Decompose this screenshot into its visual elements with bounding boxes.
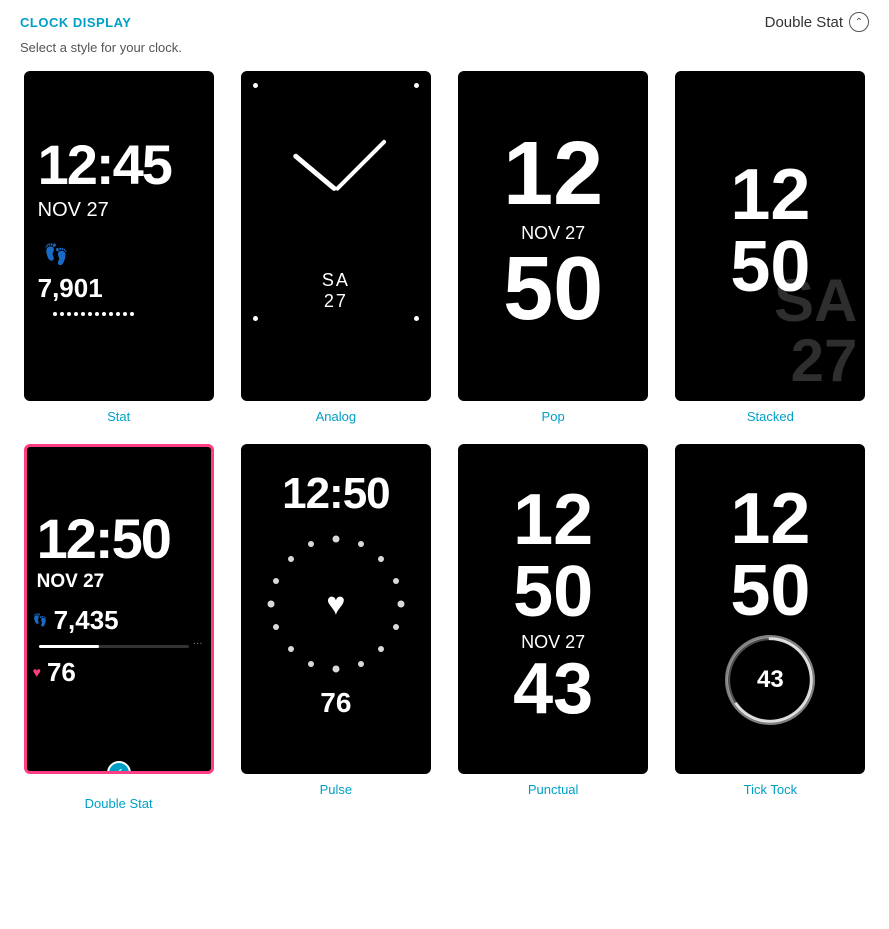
double-stat-heart: 76 xyxy=(47,657,76,688)
watch-item-punctual[interactable]: 12 50 NOV 27 43 Punctual xyxy=(455,444,652,811)
tick-tock-circle-stat: 43 xyxy=(725,635,815,725)
punctual-label: Punctual xyxy=(528,782,579,797)
watch-item-tick-tock[interactable]: 12 50 43 Tick Tock xyxy=(672,444,869,811)
corner-dot-bl xyxy=(253,316,258,321)
selected-check-badge: ✓ xyxy=(107,761,131,774)
steps-icon: 👣 xyxy=(33,613,48,627)
punctual-hour: 12 xyxy=(513,484,593,556)
top-bar: CLOCK DISPLAY Double Stat ⌃ xyxy=(20,8,869,34)
analog-day: SA27 xyxy=(322,270,350,312)
tick-tock-label: Tick Tock xyxy=(744,782,797,797)
watch-item-pulse[interactable]: 12:50 xyxy=(237,444,434,811)
page-title: CLOCK DISPLAY xyxy=(20,15,131,30)
stacked-label: Stacked xyxy=(747,409,794,424)
progress-bar xyxy=(39,645,189,648)
double-stat-steps: 7,435 xyxy=(54,605,119,636)
watch-face-pulse[interactable]: 12:50 xyxy=(241,444,431,774)
double-stat-label: Double Stat xyxy=(85,796,153,811)
stat-dots-bar xyxy=(43,312,195,316)
analog-hands xyxy=(276,130,396,250)
selected-style-label: Double Stat xyxy=(765,14,843,31)
watch-item-stat[interactable]: 12:45 NOV 27 👣 7,901 Stat xyxy=(20,71,217,424)
pop-label: Pop xyxy=(542,409,565,424)
watch-grid: 12:45 NOV 27 👣 7,901 Stat SA27 A xyxy=(20,71,869,811)
stat-steps-icon: 👣 xyxy=(24,242,214,267)
progress-dots: ··· xyxy=(193,638,203,649)
double-stat-time: 12:50 xyxy=(27,511,211,567)
stat-date: NOV 27 xyxy=(24,199,214,222)
pulse-heart-icon: ♥ xyxy=(326,586,345,623)
stat-steps: 7,901 xyxy=(24,273,214,304)
pulse-label: Pulse xyxy=(320,782,353,797)
double-stat-heart-row: ♥ 76 xyxy=(27,657,211,688)
watch-face-analog[interactable]: SA27 xyxy=(241,71,431,401)
pulse-time: 12:50 xyxy=(282,469,390,519)
stacked-overlay: SA27 xyxy=(774,271,857,391)
pulse-ring: ♥ xyxy=(261,529,411,679)
stat-label: Stat xyxy=(107,409,130,424)
analog-label: Analog xyxy=(316,409,356,424)
watch-face-stat[interactable]: 12:45 NOV 27 👣 7,901 xyxy=(24,71,214,401)
watch-face-stacked[interactable]: 12 50 SA27 xyxy=(675,71,865,401)
pop-hour: 12 xyxy=(503,129,603,219)
watch-item-pop[interactable]: 12 NOV 27 50 Pop xyxy=(455,71,652,424)
tick-tock-minute: 50 xyxy=(730,555,810,627)
stat-time: 12:45 xyxy=(24,137,214,193)
corner-dot-br xyxy=(414,316,419,321)
hour-hand xyxy=(292,153,337,192)
punctual-minute: 50 xyxy=(513,556,593,628)
chevron-up-icon[interactable]: ⌃ xyxy=(849,12,869,32)
heart-icon: ♥ xyxy=(33,664,41,680)
pop-minute: 50 xyxy=(503,244,603,334)
watch-item-stacked[interactable]: 12 50 SA27 Stacked xyxy=(672,71,869,424)
punctual-stat: 43 xyxy=(513,653,593,725)
selected-style-display: Double Stat ⌃ xyxy=(765,12,869,32)
watch-face-pop[interactable]: 12 NOV 27 50 xyxy=(458,71,648,401)
pulse-bpm: 76 xyxy=(320,687,351,719)
watch-item-analog[interactable]: SA27 Analog xyxy=(237,71,434,424)
watch-face-double-stat[interactable]: 12:50 NOV 27 👣 7,435 ··· ♥ 76 ✓ xyxy=(24,444,214,774)
watch-face-punctual[interactable]: 12 50 NOV 27 43 xyxy=(458,444,648,774)
watch-item-double-stat[interactable]: 12:50 NOV 27 👣 7,435 ··· ♥ 76 ✓ Double S… xyxy=(20,444,217,811)
subtitle: Select a style for your clock. xyxy=(20,40,869,55)
corner-dot-tl xyxy=(253,83,258,88)
stacked-hour: 12 xyxy=(730,159,810,231)
watch-face-tick-tock[interactable]: 12 50 43 xyxy=(675,444,865,774)
corner-dot-tr xyxy=(414,83,419,88)
double-stat-date: NOV 27 xyxy=(27,571,211,593)
tick-tock-hour: 12 xyxy=(730,483,810,555)
double-stat-steps-row: 👣 7,435 xyxy=(27,605,211,636)
minute-hand xyxy=(334,139,386,191)
